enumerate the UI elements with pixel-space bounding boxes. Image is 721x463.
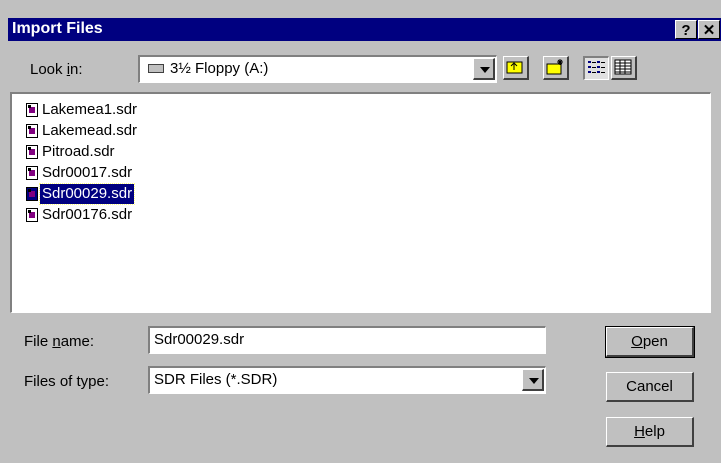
look-in-value: 3½ Floppy (A:) — [170, 60, 269, 77]
files-of-type-value: SDR Files (*.SDR) — [154, 371, 278, 388]
sdr-file-icon — [26, 103, 38, 117]
file-list[interactable]: Lakemea1.sdr Lakemead.sdr Pitroad.sdr Sd… — [10, 92, 711, 313]
look-in-dropdown-arrow-icon[interactable] — [473, 58, 495, 80]
import-files-dialog: Import Files ? ✕ Look in: 3½ Floppy (A:)… — [0, 0, 721, 463]
details-view-icon[interactable] — [611, 56, 637, 80]
help-icon[interactable]: ? — [675, 20, 697, 39]
sdr-file-icon — [26, 187, 38, 201]
files-of-type-label: Files of type: — [24, 373, 110, 390]
file-name-value: Sdr00029.sdr — [154, 331, 245, 348]
file-name-label: File name: — [24, 333, 95, 350]
look-in-dropdown[interactable]: 3½ Floppy (A:) — [138, 55, 497, 83]
sdr-file-icon — [26, 208, 38, 222]
cancel-button[interactable]: Cancel — [606, 372, 694, 402]
files-of-type-dropdown[interactable]: SDR Files (*.SDR) — [148, 366, 546, 394]
list-view-icon[interactable] — [583, 56, 609, 80]
files-of-type-dropdown-arrow-icon[interactable] — [522, 369, 544, 391]
close-icon[interactable]: ✕ — [698, 20, 720, 39]
create-new-folder-icon[interactable] — [543, 56, 569, 80]
help-button[interactable]: Help — [606, 417, 694, 447]
sdr-file-icon — [26, 166, 38, 180]
title-bar[interactable]: Import Files ? ✕ — [8, 18, 721, 41]
sdr-file-icon — [26, 124, 38, 138]
sdr-file-icon — [26, 145, 38, 159]
window-title: Import Files — [12, 20, 103, 37]
up-one-level-icon[interactable] — [503, 56, 529, 80]
file-name-input[interactable]: Sdr00029.sdr — [148, 326, 546, 354]
floppy-drive-icon — [148, 64, 164, 73]
open-button[interactable]: Open — [605, 326, 695, 358]
look-in-label: Look in: — [30, 61, 83, 78]
